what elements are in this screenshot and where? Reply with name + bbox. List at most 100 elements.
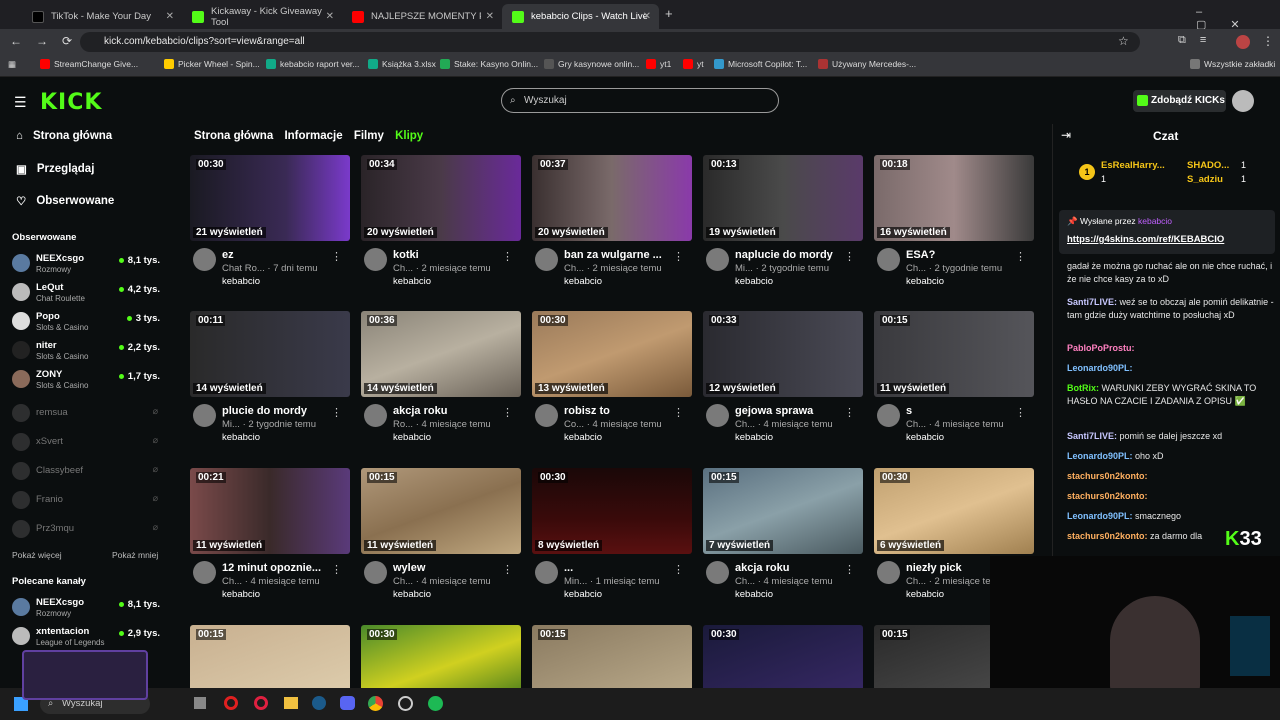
more-options-icon[interactable]: ⋮ [502,406,513,419]
clip-thumbnail[interactable]: 00:15 11 wyświetleń [361,468,521,554]
kick-logo[interactable]: KICK [40,90,102,115]
avatar[interactable] [193,404,216,427]
avatar[interactable] [877,404,900,427]
avatar[interactable] [706,561,729,584]
bookmark-item[interactable]: Gry kasynowe onlin... [544,59,639,69]
clip-card[interactable]: 00:36 14 wyświetleń akcja roku Ro... · 4 mi… [361,311,521,455]
more-options-icon[interactable]: ⋮ [331,406,342,419]
task-view-icon[interactable] [194,697,206,709]
all-bookmarks[interactable]: Wszystkie zakładki [1190,59,1275,69]
more-options-icon[interactable]: ⋮ [502,250,513,263]
more-options-icon[interactable]: ⋮ [844,250,855,263]
search-input[interactable]: ⌕ Wyszukaj [501,88,779,113]
avatar[interactable] [193,561,216,584]
more-options-icon[interactable]: ⋮ [1015,250,1026,263]
clip-thumbnail[interactable]: 00:11 14 wyświetleń [190,311,350,397]
clip-thumbnail[interactable]: 00:30 [703,625,863,688]
tab-home[interactable]: Strona główna [194,130,273,142]
clip-title[interactable]: ... [564,562,573,574]
avatar[interactable] [706,248,729,271]
clip-username[interactable]: kebabcio [564,589,602,600]
apps-icon[interactable]: ▦ [8,59,16,70]
top-gifter[interactable]: EsRealHarry... [1101,160,1165,171]
offline-channel[interactable]: xSvert ⌀ [12,430,160,456]
clip-username[interactable]: kebabcio [393,276,431,287]
offline-channel[interactable]: Prz3mqu ⌀ [12,517,160,543]
clip-card[interactable]: 00:30 8 wyświetleń... Min... · 1 miesiąc t… [532,468,692,612]
clip-card[interactable]: 00:30 [361,625,521,688]
bookmark-item[interactable]: Microsoft Copilot: T... [714,59,807,69]
more-options-icon[interactable]: ⋮ [844,563,855,576]
clip-title[interactable]: 12 minut opoznie... [222,562,321,574]
followed-channel[interactable]: ZONY Slots & Casino 1,7 tys. [12,367,160,393]
clip-thumbnail[interactable]: 00:15 7 wyświetleń [703,468,863,554]
clip-username[interactable]: kebabcio [222,589,260,600]
more-options-icon[interactable]: ⋮ [673,250,684,263]
avatar[interactable] [535,248,558,271]
bookmark-item[interactable]: kebabcio raport ver... [266,59,359,69]
close-icon[interactable]: ✕ [326,11,334,22]
clip-thumbnail[interactable]: 00:13 19 wyświetleń [703,155,863,241]
clip-title[interactable]: ban za wulgarne ... [564,249,662,261]
user-avatar[interactable] [1232,90,1254,112]
clip-username[interactable]: kebabcio [564,276,602,287]
more-options-icon[interactable]: ⋮ [673,563,684,576]
clip-thumbnail[interactable]: 00:30 13 wyświetleń [532,311,692,397]
steam-icon[interactable] [312,696,326,710]
avatar[interactable] [193,248,216,271]
pinned-link[interactable]: https://g4skins.com/ref/KEBABCIO [1067,234,1224,245]
offline-channel[interactable]: remsua ⌀ [12,401,160,427]
hamburger-icon[interactable]: ☰ [14,94,27,111]
followed-channel[interactable]: niter Slots & Casino 2,2 tys. [12,338,160,364]
bookmark-item[interactable]: StreamChange Give... [40,59,138,69]
clip-username[interactable]: kebabcio [735,589,773,600]
chat-username[interactable]: stachurs0n2konto: [1067,471,1148,481]
followed-channel[interactable]: LeQut Chat Roulette 4,2 tys. [12,280,160,306]
taskbar-preview-thumbnail[interactable] [22,650,148,700]
followed-channel[interactable]: Popo Slots & Casino 3 tys. [12,309,160,335]
avatar[interactable] [535,561,558,584]
close-icon[interactable]: ✕ [643,11,651,22]
chat-username[interactable]: Leonardo90PL: [1067,451,1133,461]
offline-channel[interactable]: Franio ⌀ [12,488,160,514]
clip-title[interactable]: ez [222,249,234,261]
top-gifter[interactable]: SHADO... [1187,160,1229,171]
show-less-button[interactable]: Pokaż mniej [112,550,158,560]
clip-card[interactable]: 00:15 11 wyświetleń wylew Ch... · 4 miesiąc… [361,468,521,612]
offline-channel[interactable]: Classybeef ⌀ [12,459,160,485]
followed-channel[interactable]: NEEXcsgo Rozmowy 8,1 tys. [12,251,160,277]
bookmark-item[interactable]: yt [683,59,704,69]
browser-tab-kebabcio[interactable]: kebabcio Clips - Watch Live ✕ [502,4,659,29]
tab-videos[interactable]: Filmy [354,130,384,142]
extensions-icon[interactable]: ⧉≡ [1178,34,1220,47]
clip-thumbnail[interactable]: 00:33 12 wyświetleń [703,311,863,397]
clip-title[interactable]: kotki [393,249,419,261]
bookmark-star-icon[interactable]: ☆ [1118,34,1129,48]
clip-title[interactable]: wylew [393,562,425,574]
clip-thumbnail[interactable]: 00:21 11 wyświetleń [190,468,350,554]
profile-avatar[interactable] [1236,35,1250,49]
clip-thumbnail[interactable]: 00:30 8 wyświetleń [532,468,692,554]
clip-card[interactable]: 00:13 19 wyświetleń naplucie do mordy Mi...… [703,155,863,299]
browser-tab-kickaway[interactable]: Kickaway - Kick Giveaway Tool ✕ [182,4,342,29]
clip-thumbnail[interactable]: 00:15 [532,625,692,688]
clip-thumbnail[interactable]: 00:30 21 wyświetleń [190,155,350,241]
clip-card[interactable]: 00:33 12 wyświetleń gejowa sprawa Ch... · 4… [703,311,863,455]
clip-card[interactable]: 00:30 [703,625,863,688]
clip-username[interactable]: kebabcio [564,432,602,443]
nav-buttons[interactable]: ←→⟳ [10,34,86,48]
clip-thumbnail[interactable]: 00:30 6 wyświetleń [874,468,1034,554]
clip-card[interactable]: 00:18 16 wyświetleń ESA? Ch... · 2 tygodnie… [874,155,1034,299]
pinned-message[interactable]: 📌 Wysłane przez kebabcio https://g4skins… [1059,210,1275,254]
clip-username[interactable]: kebabcio [735,276,773,287]
clip-card[interactable]: 00:30 13 wyświetleń robisz to Co... · 4 mie… [532,311,692,455]
clip-title[interactable]: ESA? [906,249,935,261]
more-options-icon[interactable]: ⋮ [502,563,513,576]
avatar[interactable] [364,404,387,427]
clip-thumbnail[interactable]: 00:36 14 wyświetleń [361,311,521,397]
recommended-channel[interactable]: xntentacion League of Legends 2,9 tys. [12,624,160,650]
nav-home[interactable]: ⌂ Strona główna [16,130,112,142]
clip-card[interactable]: 00:11 14 wyświetleń plucie do mordy Mi... ·… [190,311,350,455]
clip-thumbnail[interactable]: 00:37 20 wyświetleń [532,155,692,241]
close-icon[interactable]: ✕ [166,11,174,22]
